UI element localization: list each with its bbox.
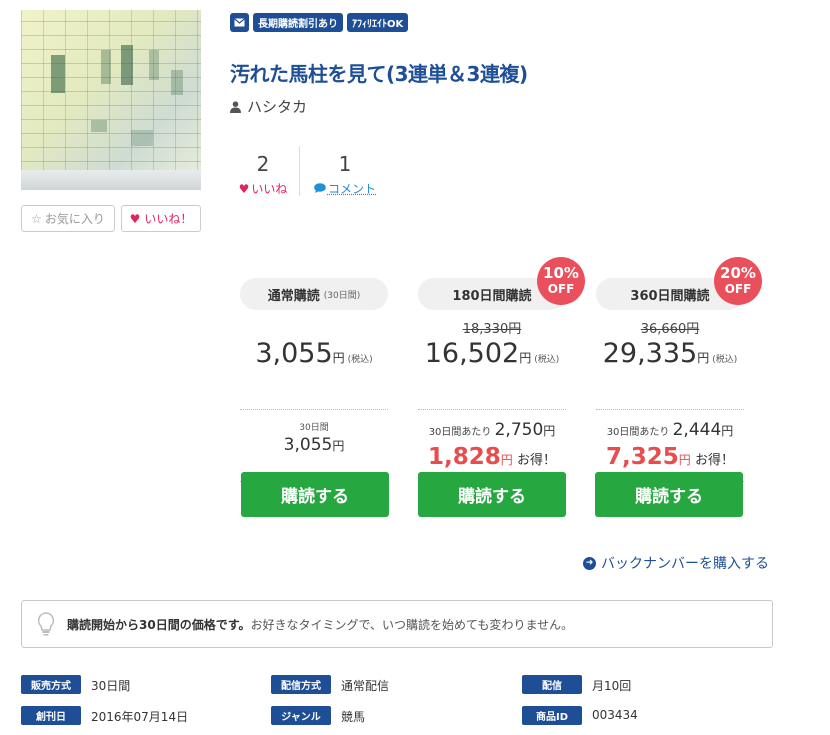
delivery-value: 月10回 [592, 679, 632, 693]
back-number-link[interactable]: ➜ バックナンバーを購入する [583, 553, 769, 573]
saving-amount: 1,828 [428, 444, 501, 470]
delivery-label: 配信 [522, 675, 582, 694]
product-title[interactable]: 汚れた馬柱を見て(3連単＆3連複) [230, 58, 528, 87]
star-icon: ☆ [31, 211, 42, 226]
plan-360-days: 360日間購読 36,660円 29,335円 (税込) 30日間あたり 2,44… [596, 278, 744, 482]
likes-count: 2 [256, 152, 270, 176]
comments-label: コメント [327, 182, 376, 196]
per-month-price: 2,750 [494, 420, 544, 440]
arrow-right-circle-icon: ➜ [583, 556, 596, 570]
user-icon [230, 100, 241, 113]
genre-value[interactable]: 競馬 [341, 708, 365, 725]
plan-price: 16,502 [424, 338, 520, 369]
likes-stat: 2 ♥ いいね [228, 152, 298, 197]
plan-header: 通常購読 (30日間) [240, 278, 388, 310]
plan-normal: 通常購読 (30日間) 3,055円 (税込) 30日間 3,055円 [240, 278, 388, 482]
first-issue-label: 創刊日 [21, 706, 81, 725]
plan-price: 3,055 [255, 338, 333, 369]
plan-price-box: 18,330円 16,502円 (税込) [418, 318, 566, 410]
original-price: 18,330円 [462, 322, 522, 337]
subscribe-button-normal[interactable]: 購読する [241, 472, 389, 517]
plan-price: 29,335 [602, 338, 698, 369]
stats-divider [299, 146, 300, 196]
author[interactable]: ハシタカ [230, 96, 307, 117]
discount-badge: 10% OFF [537, 257, 585, 305]
comments-stat[interactable]: 1 コメント [310, 152, 380, 197]
subscribe-button-180[interactable]: 購読する [418, 472, 566, 517]
sales-method-value: 30日間 [91, 679, 131, 693]
genre-label: ジャンル [271, 706, 331, 725]
mail-icon [230, 13, 249, 32]
subscribe-button-360[interactable]: 購読する [595, 472, 743, 517]
plan-price-box: 36,660円 29,335円 (税込) [596, 318, 744, 410]
plan-price-box: 3,055円 (税込) [240, 318, 388, 410]
delivery-method-label: 配信方式 [271, 675, 331, 694]
comments-count: 1 [338, 152, 352, 176]
tag-list: 長期購読割引あり ｱﾌｨﾘｴｲﾄOK [230, 13, 409, 32]
tag-long-term-discount: 長期購読割引あり [253, 13, 343, 32]
delivery-method-value: 通常配信 [341, 679, 390, 693]
first-issue-value: 2016年07月14日 [91, 710, 189, 724]
original-price: 36,660円 [640, 322, 700, 337]
author-name: ハシタカ [247, 98, 308, 116]
like-button[interactable]: ♥ いいね！ [121, 205, 201, 232]
sales-method-label: 販売方式 [21, 675, 81, 694]
product-id-label: 商品ID [522, 706, 582, 725]
heart-icon: ♥ [129, 211, 141, 226]
product-id-value: 003434 [592, 708, 638, 722]
discount-badge: 20% OFF [714, 257, 762, 305]
favorite-button[interactable]: ☆ お気に入り [21, 205, 115, 232]
comment-bubble-icon [314, 182, 326, 196]
saving-amount: 7,325 [606, 444, 679, 470]
plan-sub-price: 3,055 [283, 435, 333, 455]
likes-label: いいね [251, 182, 288, 196]
pricing-notice: 購読開始から30日間の価格です。お好きなタイミングで、いつ購読を始めても変わりま… [21, 600, 773, 648]
heart-icon: ♥ [238, 181, 250, 196]
per-month-price: 2,444 [672, 420, 722, 440]
product-thumbnail[interactable] [21, 10, 201, 190]
lightbulb-icon [37, 612, 55, 636]
tag-affiliate: ｱﾌｨﾘｴｲﾄOK [347, 13, 409, 32]
plan-180-days: 180日間購読 18,330円 16,502円 (税込) 30日間あたり 2,75… [418, 278, 566, 482]
